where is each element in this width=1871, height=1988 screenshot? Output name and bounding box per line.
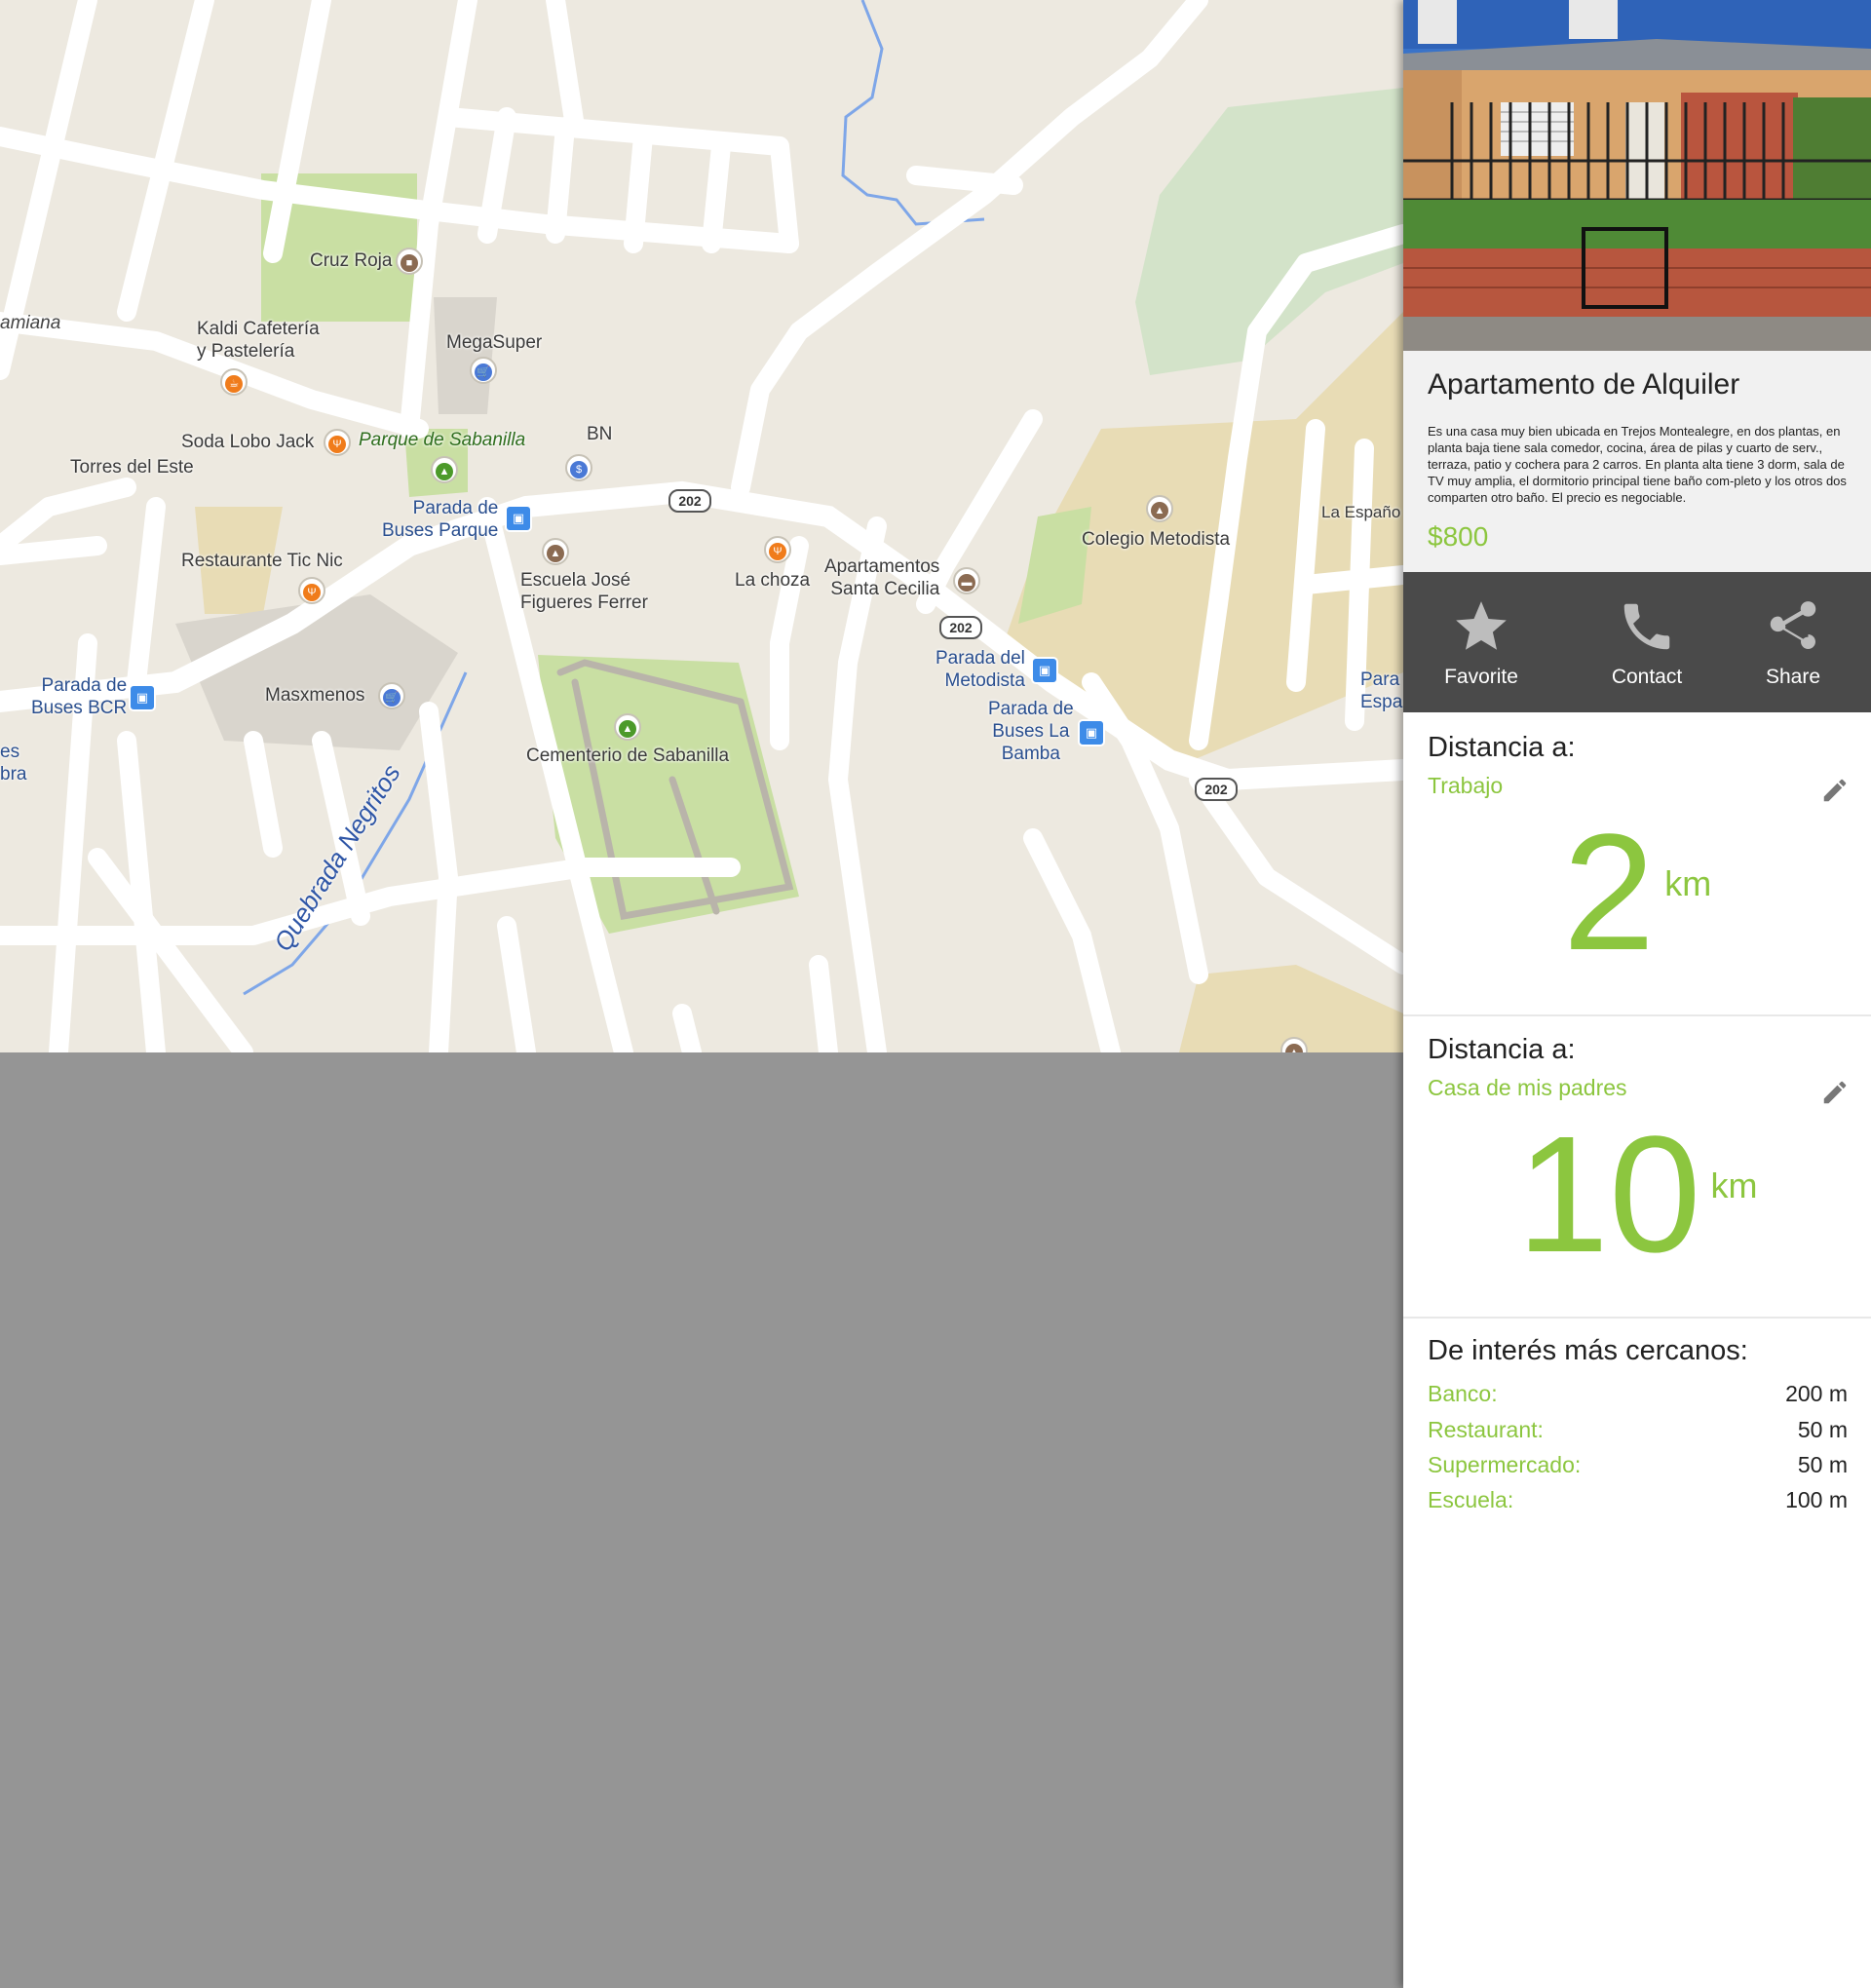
map-label-cruz-roja: Cruz Roja xyxy=(310,250,393,271)
map-label-bn: BN xyxy=(587,424,613,444)
distance-value-display: 2 km xyxy=(1403,810,1871,975)
listing-description: Es una casa muy bien ubicada en Trejos M… xyxy=(1428,424,1847,505)
cafe-poi-icon[interactable]: ☕ xyxy=(220,368,248,396)
supermarket-poi-icon[interactable]: 🛒 xyxy=(470,357,497,384)
route-shield: 202 xyxy=(668,489,711,513)
house-photo-image xyxy=(1403,0,1871,351)
park-poi-icon[interactable]: ▲ xyxy=(431,456,458,483)
map-label-megasuper: MegaSuper xyxy=(446,332,543,353)
restaurant-poi-icon[interactable]: Ψ xyxy=(764,536,791,563)
nearby-item-value: 50 m xyxy=(1797,1452,1848,1477)
share-button[interactable]: Share xyxy=(1715,572,1871,712)
map-label-street: amiana xyxy=(0,313,61,333)
action-bar: Favorite Contact Share xyxy=(1403,572,1871,712)
nearby-item-label: Banco: xyxy=(1428,1381,1498,1406)
distance-card: Distancia a: Casa de mis padres 10 km xyxy=(1403,1014,1871,1319)
map-label-parada-bcr: Parada de Buses BCR xyxy=(31,675,128,718)
star-icon xyxy=(1456,601,1507,650)
map-label-parada-bamba: Parada de Buses La Bamba xyxy=(988,699,1074,764)
map-label-apartamentos: Apartamentos Santa Cecilia xyxy=(824,556,940,599)
map-label-parque: Parque de Sabanilla xyxy=(359,430,526,450)
map-label-colegio: Colegio Metodista xyxy=(1082,529,1231,550)
map-label-tic-nic: Restaurante Tic Nic xyxy=(181,551,343,571)
school-poi-icon[interactable]: ▲ xyxy=(1146,495,1173,522)
contact-label: Contact xyxy=(1611,666,1683,688)
restaurant-poi-icon[interactable]: Ψ xyxy=(324,429,351,456)
map-label-torres: Torres del Este xyxy=(70,457,194,478)
distance-header: Distancia a: xyxy=(1428,1034,1576,1065)
bus-stop-icon[interactable]: ▣ xyxy=(505,505,532,532)
listing-title: Apartamento de Alquiler xyxy=(1428,368,1740,401)
bus-stop-icon[interactable]: ▣ xyxy=(1078,719,1105,746)
distance-destination[interactable]: Trabajo xyxy=(1428,773,1503,799)
map-label-parada-metodista: Parada del Metodista xyxy=(936,648,1025,691)
share-icon xyxy=(1770,601,1816,649)
pencil-icon[interactable] xyxy=(1820,776,1850,805)
map-label-masxmenos: Masxmenos xyxy=(265,685,365,706)
listing-info: Apartamento de Alquiler Es una casa muy … xyxy=(1403,351,1871,572)
nearby-item-label: Supermercado: xyxy=(1428,1452,1582,1477)
bus-stop-icon[interactable]: ▣ xyxy=(1031,657,1058,684)
distance-card: Distancia a: Trabajo 2 km xyxy=(1403,712,1871,1016)
school-poi-icon[interactable]: ▲ xyxy=(542,538,569,565)
cemetery-poi-icon[interactable]: ▲ xyxy=(614,713,641,741)
phone-icon xyxy=(1623,603,1670,650)
map-view[interactable]: 202 202 202 ■ ☕ 🛒 Ψ ▲ $ Ψ ▲ Ψ ▬ ▲ 🛒 ▲ ▲ … xyxy=(0,0,1403,1052)
map-label-es-bra: es bra xyxy=(0,742,27,784)
bank-poi-icon[interactable]: $ xyxy=(565,454,592,481)
nearby-item-value: 100 m xyxy=(1785,1487,1848,1512)
hospital-poi-icon[interactable]: ■ xyxy=(396,248,423,275)
map-streets xyxy=(0,0,1403,1052)
listing-panel: Apartamento de Alquiler Es una casa muy … xyxy=(1403,0,1871,1988)
pencil-icon[interactable] xyxy=(1820,1078,1850,1107)
route-shield: 202 xyxy=(1195,778,1238,801)
listing-price: $800 xyxy=(1428,521,1489,552)
nearby-item-label: Restaurant: xyxy=(1428,1417,1544,1442)
favorite-button[interactable]: Favorite xyxy=(1403,572,1559,712)
map-label-kaldi: Kaldi Cafetería y Pastelería xyxy=(197,319,320,362)
map-label-parada-parque: Parada de Buses Parque xyxy=(382,498,499,541)
distance-header: Distancia a: xyxy=(1428,732,1576,763)
map-label-soda-lobo: Soda Lobo Jack xyxy=(181,432,315,452)
distance-unit: km xyxy=(1710,1166,1758,1205)
map-label-parada-espa: Para Espa xyxy=(1360,669,1403,712)
hotel-poi-icon[interactable]: ▬ xyxy=(953,567,980,594)
supermarket-poi-icon[interactable]: 🛒 xyxy=(378,682,405,709)
map-label-escuela: Escuela José Figueres Ferrer xyxy=(520,570,648,613)
restaurant-poi-icon[interactable]: Ψ xyxy=(298,577,325,604)
distance-destination[interactable]: Casa de mis padres xyxy=(1428,1075,1627,1101)
route-shield: 202 xyxy=(939,616,982,639)
bus-stop-icon[interactable]: ▣ xyxy=(129,684,156,711)
map-label-la-espanola: La Españo xyxy=(1321,503,1401,521)
distance-value: 10 xyxy=(1516,1102,1701,1287)
favorite-label: Favorite xyxy=(1444,666,1518,688)
distance-value-display: 10 km xyxy=(1403,1112,1871,1278)
contact-button[interactable]: Contact xyxy=(1569,572,1725,712)
distance-unit: km xyxy=(1664,863,1712,903)
nearby-header: De interés más cercanos: xyxy=(1428,1335,1748,1366)
listing-photo[interactable] xyxy=(1403,0,1871,351)
map-label-la-choza: La choza xyxy=(735,570,811,591)
nearby-item-value: 50 m xyxy=(1797,1417,1848,1442)
map-label-cementerio: Cementerio de Sabanilla xyxy=(526,746,730,766)
nearby-item-label: Escuela: xyxy=(1428,1487,1514,1512)
share-label: Share xyxy=(1765,666,1821,688)
nearby-item-value: 200 m xyxy=(1785,1381,1848,1406)
distance-value: 2 xyxy=(1562,800,1656,985)
